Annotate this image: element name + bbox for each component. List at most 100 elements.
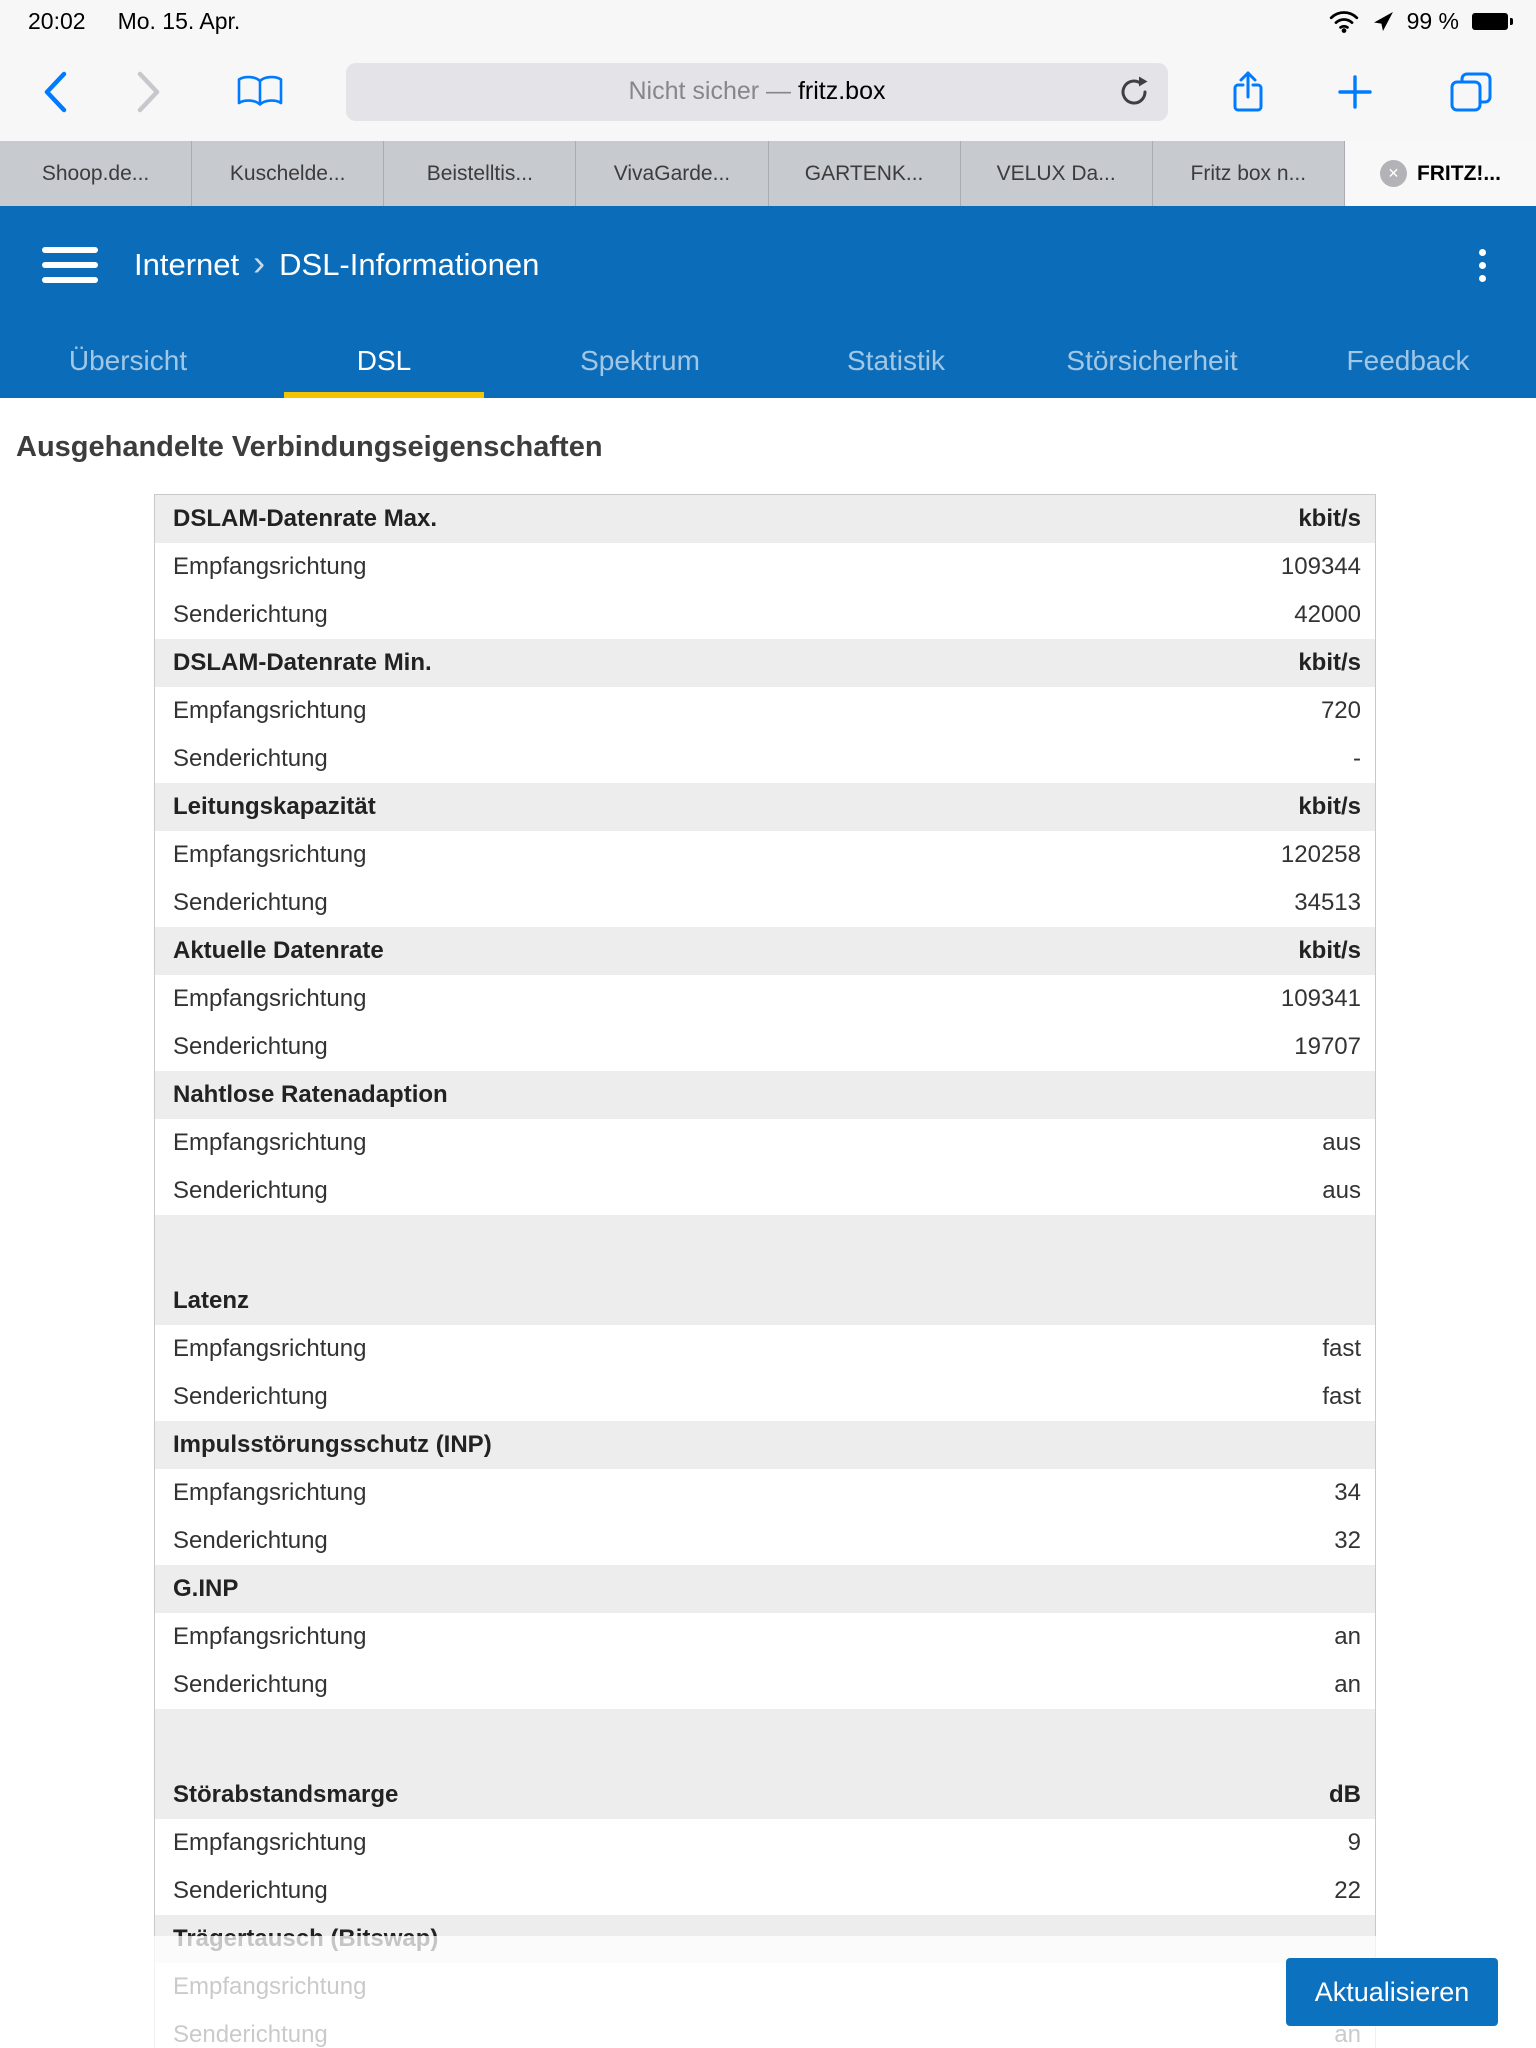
table-group-header: DSLAM-Datenrate Min. kbit/s — [155, 639, 1375, 687]
browser-tab[interactable]: VELUX Da... — [960, 141, 1153, 206]
location-icon — [1373, 11, 1393, 31]
group-unit: kbit/s — [1298, 793, 1361, 820]
row-value: 34 — [1334, 1479, 1361, 1506]
row-label: Empfangsrichtung — [173, 1829, 367, 1856]
row-value: 42000 — [1294, 601, 1361, 628]
row-value: fast — [1322, 1335, 1361, 1362]
breadcrumb: Internet › DSL-Informationen — [134, 245, 539, 285]
row-value: 109341 — [1280, 985, 1361, 1012]
nav-tab-spektrum[interactable]: Spektrum — [512, 324, 768, 398]
table-row: Senderichtung fast — [155, 1373, 1375, 1421]
group-unit: kbit/s — [1298, 937, 1361, 964]
hamburger-icon[interactable] — [42, 247, 98, 283]
table-spacer-row — [155, 1215, 1375, 1277]
kebab-menu-icon[interactable] — [1471, 241, 1494, 290]
nav-tab-strsicherheit[interactable]: Störsicherheit — [1024, 324, 1280, 398]
row-value: aus — [1322, 1177, 1361, 1204]
row-label: Empfangsrichtung — [173, 697, 367, 724]
url-field[interactable]: Nicht sicher — fritz.box — [346, 62, 1168, 121]
new-tab-icon[interactable] — [1336, 73, 1374, 111]
share-icon[interactable] — [1230, 69, 1266, 115]
date: Mo. 15. Apr. — [117, 7, 241, 34]
row-label: Senderichtung — [173, 1383, 328, 1410]
safari-toolbar: Nicht sicher — fritz.box — [0, 42, 1536, 141]
row-label: Empfangsrichtung — [173, 1129, 367, 1156]
chevron-right-icon: › — [253, 242, 266, 283]
browser-tab-title: Kuschelde... — [229, 161, 346, 185]
table-group-header: Leitungskapazität kbit/s — [155, 783, 1375, 831]
browser-tab[interactable]: VivaGarde... — [576, 141, 769, 206]
browser-tab[interactable]: Shoop.de... — [0, 141, 193, 206]
group-title: Störabstandsmarge — [173, 1781, 399, 1808]
nav-tab-bersicht[interactable]: Übersicht — [0, 324, 256, 398]
back-icon[interactable] — [42, 70, 68, 114]
row-value: 22 — [1334, 1877, 1361, 1904]
fritzbox-header: Internet › DSL-Informationen Übersicht DS… — [0, 206, 1536, 398]
update-button[interactable]: Aktualisieren — [1286, 1958, 1498, 2026]
status-bar: 20:02 Mo. 15. Apr. 99 % — [0, 0, 1536, 42]
browser-tab[interactable]: Kuschelde... — [192, 141, 385, 206]
dsl-nav-tabs: Übersicht DSL Spektrum Statistik Störsicherh… — [0, 324, 1536, 398]
row-value: 34513 — [1294, 889, 1361, 916]
row-value: 32 — [1334, 1527, 1361, 1554]
table-row: Empfangsrichtung 109344 — [155, 543, 1375, 591]
table-group-header: Latenz — [155, 1277, 1375, 1325]
url-security-label: Nicht sicher — — [628, 77, 798, 105]
group-unit: kbit/s — [1298, 505, 1361, 532]
row-label: Empfangsrichtung — [173, 553, 367, 580]
browser-tab-active[interactable]: ✕ FRITZ!... — [1344, 141, 1536, 206]
table-row: Senderichtung - — [155, 735, 1375, 783]
row-label: Senderichtung — [173, 1177, 328, 1204]
table-group-header: Nahtlose Ratenadaption — [155, 1071, 1375, 1119]
browser-tab-title: Fritz box n... — [1190, 161, 1307, 185]
table-group-header: DSLAM-Datenrate Max. kbit/s — [155, 495, 1375, 543]
row-value: - — [1353, 745, 1361, 772]
browser-tab-title: Shoop.de... — [41, 161, 150, 185]
row-value: fast — [1322, 1383, 1361, 1410]
group-title: Impulsstörungsschutz (INP) — [173, 1431, 492, 1458]
row-label: Senderichtung — [173, 745, 328, 772]
row-label: Empfangsrichtung — [173, 841, 367, 868]
wifi-icon — [1329, 11, 1358, 33]
table-row: Senderichtung 34513 — [155, 879, 1375, 927]
reload-icon[interactable] — [1118, 76, 1150, 115]
row-label: Empfangsrichtung — [173, 985, 367, 1012]
browser-tab-title: FRITZ!... — [1416, 161, 1501, 185]
bookmarks-icon[interactable] — [236, 73, 284, 111]
group-title: Nahtlose Ratenadaption — [173, 1081, 448, 1108]
tab-close-icon[interactable]: ✕ — [1379, 160, 1407, 187]
group-title: DSLAM-Datenrate Max. — [173, 505, 438, 532]
table-group-header: Störabstandsmarge dB — [155, 1771, 1375, 1819]
forward-icon[interactable] — [136, 70, 162, 114]
row-value: 720 — [1320, 697, 1361, 724]
table-group-header: Impulsstörungsschutz (INP) — [155, 1421, 1375, 1469]
breadcrumb-row: Internet › DSL-Informationen — [0, 206, 1536, 324]
row-label: Senderichtung — [173, 1527, 328, 1554]
row-value: 19707 — [1294, 1033, 1361, 1060]
browser-tab-title: Beistelltis... — [426, 161, 533, 185]
table-row: Empfangsrichtung 109341 — [155, 975, 1375, 1023]
nav-tab-dsl[interactable]: DSL — [256, 324, 512, 398]
table-row: Empfangsrichtung 120258 — [155, 831, 1375, 879]
nav-tab-feedback[interactable]: Feedback — [1280, 324, 1536, 398]
browser-tab[interactable]: GARTENK... — [768, 141, 961, 206]
nav-tab-statistik[interactable]: Statistik — [768, 324, 1024, 398]
table-row: Senderichtung 32 — [155, 1517, 1375, 1565]
row-label: Senderichtung — [173, 889, 328, 916]
table-row: Senderichtung 19707 — [155, 1023, 1375, 1071]
breadcrumb-section[interactable]: Internet — [134, 247, 239, 283]
battery-percent: 99 % — [1406, 7, 1459, 34]
table-spacer-row — [155, 1709, 1375, 1771]
browser-tab[interactable]: Beistelltis... — [384, 141, 577, 206]
ipad-screen: 20:02 Mo. 15. Apr. 99 % Nicht sicher — f… — [0, 0, 1536, 2048]
group-unit: dB — [1329, 1781, 1361, 1808]
battery-icon — [1472, 12, 1513, 30]
tab-overview-icon[interactable] — [1448, 70, 1494, 114]
row-value: 120258 — [1280, 841, 1361, 868]
browser-tab[interactable]: Fritz box n... — [1152, 141, 1345, 206]
table-row: Senderichtung 42000 — [155, 591, 1375, 639]
row-label: Empfangsrichtung — [173, 1623, 367, 1650]
row-value: an — [1334, 1623, 1361, 1650]
group-title: DSLAM-Datenrate Min. — [173, 649, 432, 676]
table-row: Empfangsrichtung 34 — [155, 1469, 1375, 1517]
